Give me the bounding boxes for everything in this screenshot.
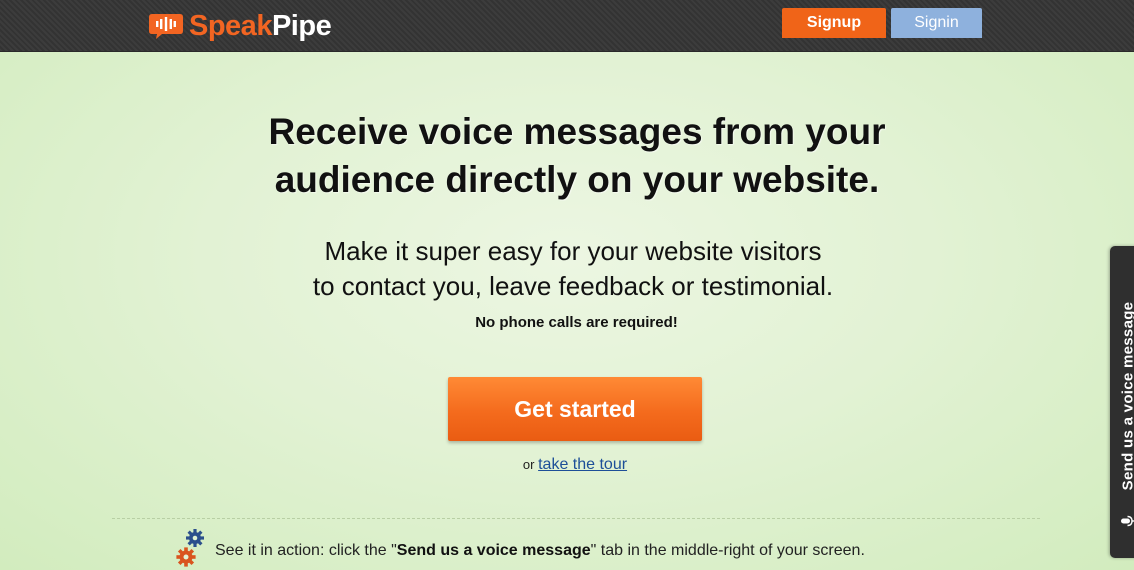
hint-text-bold: Send us a voice message: [396, 541, 591, 559]
headline-line-2: audience directly on your website.: [274, 159, 880, 200]
hint-text-after: " tab in the middle-right of your screen…: [590, 541, 865, 559]
gears-icon: [176, 529, 204, 567]
take-the-tour-link[interactable]: take the tour: [538, 456, 627, 473]
subline-line-1: Make it super easy for your website visi…: [324, 236, 822, 266]
hero-headline: Receive voice messages from your audienc…: [0, 108, 1134, 204]
no-phone-note: No phone calls are required!: [475, 314, 678, 331]
hero-subheadline: Make it super easy for your website visi…: [0, 234, 1134, 304]
signup-button[interactable]: Signup: [782, 8, 886, 38]
signin-button[interactable]: Signin: [891, 8, 982, 38]
send-voice-message-tab-label[interactable]: Send us a voice message: [1120, 302, 1134, 491]
speech-bubble-sound-icon: [149, 14, 183, 39]
logo-wordmark: SpeakPipe: [189, 9, 332, 43]
tour-prefix: or: [522, 457, 535, 472]
speakpipe-logo[interactable]: SpeakPipe: [148, 9, 332, 43]
see-it-in-action-hint: See it in action: click the "Send us a v…: [176, 528, 865, 568]
get-started-button[interactable]: Get started: [448, 377, 702, 441]
microphone-icon: [1121, 515, 1134, 527]
dashed-divider: [112, 518, 1040, 519]
logo-word-speak: Speak: [189, 10, 272, 42]
logo-word-pipe: Pipe: [271, 10, 332, 42]
subline-line-2: to contact you, leave feedback or testim…: [312, 271, 834, 301]
hint-text: See it in action: click the "Send us a v…: [215, 537, 865, 560]
tour-line: or take the tour: [0, 456, 1134, 474]
top-navigation-bar: SpeakPipe Signup Signin: [0, 0, 1134, 52]
headline-line-1: Receive voice messages from your: [268, 111, 886, 152]
hint-text-before: See it in action: click the ": [215, 541, 397, 559]
